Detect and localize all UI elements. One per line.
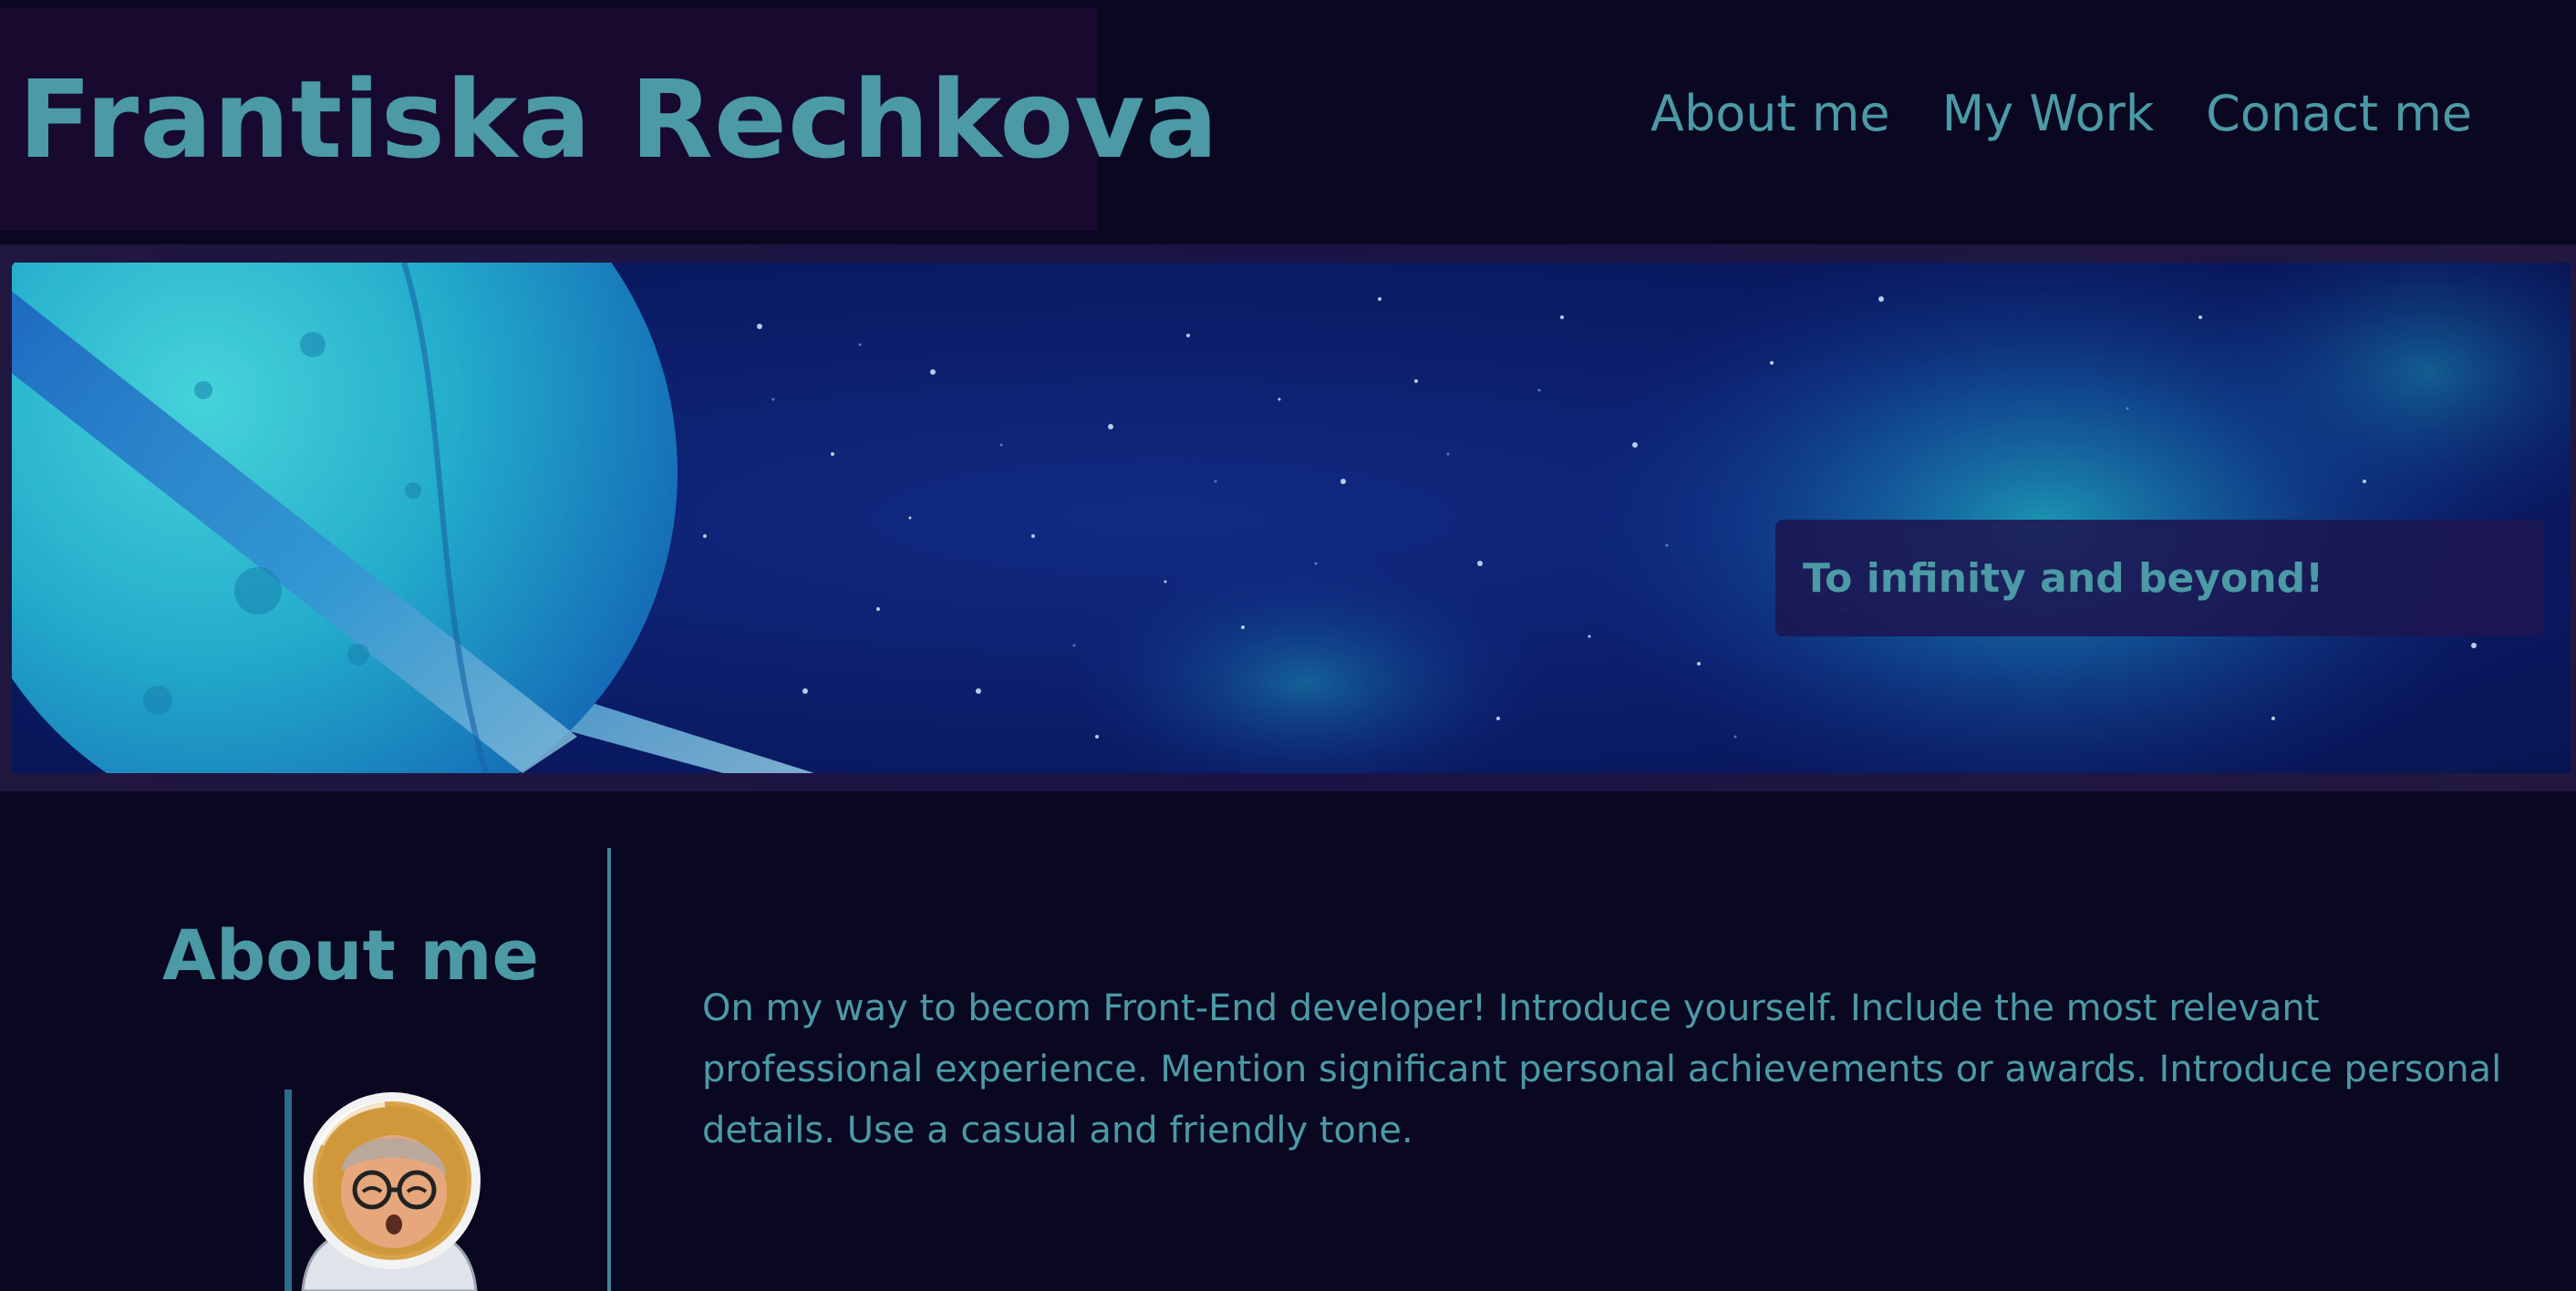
space-illustration: [12, 263, 2571, 773]
brand-block: Frantiska Rechkova: [0, 7, 1218, 231]
page: Frantiska Rechkova About me My Work Cona…: [0, 0, 2576, 1291]
tagline-text: To infinity and beyond!: [1803, 554, 2324, 602]
nav-link-contact-me[interactable]: Conact me: [2206, 89, 2472, 139]
section-divider: [607, 848, 611, 1291]
about-heading: About me: [162, 914, 540, 996]
about-body-text: On my way to becom Front-End developer! …: [702, 987, 2502, 1152]
astronaut-avatar-icon: [284, 1090, 494, 1291]
tagline-box: To infinity and beyond!: [1775, 520, 2543, 636]
nav-link-my-work[interactable]: My Work: [1942, 89, 2154, 139]
site-header: Frantiska Rechkova About me My Work Cona…: [0, 0, 2576, 242]
nav-link-about-me[interactable]: About me: [1650, 89, 1890, 139]
main-nav: About me My Work Conact me: [1650, 89, 2472, 139]
site-title[interactable]: Frantiska Rechkova: [0, 66, 1219, 173]
hero-space-image: [12, 263, 2571, 773]
